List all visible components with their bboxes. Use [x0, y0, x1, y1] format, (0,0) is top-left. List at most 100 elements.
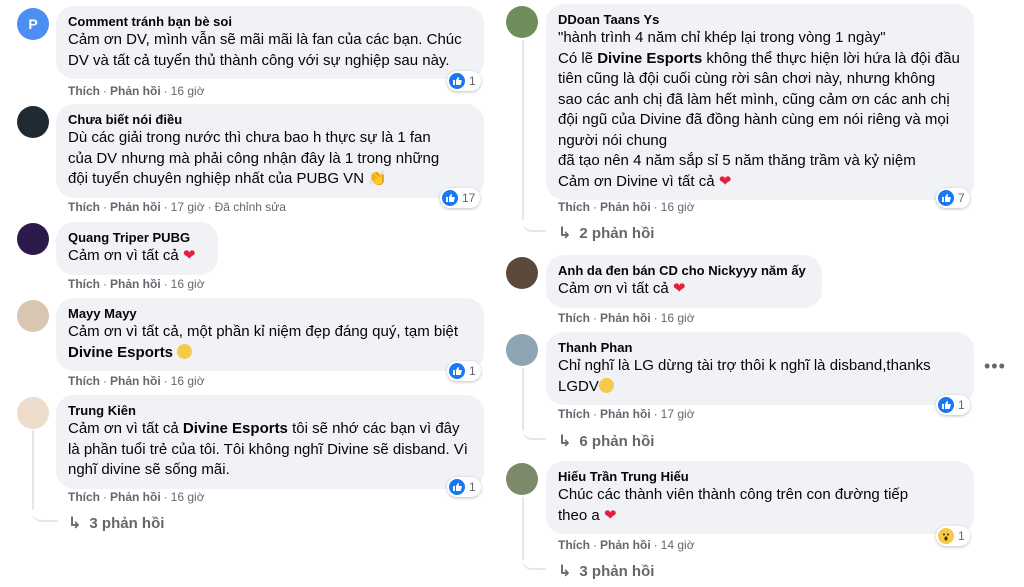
- reply-arrow-icon: ↳: [558, 433, 572, 450]
- comment-author[interactable]: Comment tránh bạn bè soi: [68, 13, 472, 30]
- comment-actions: Thích · Phản hồi · 16 giờ: [68, 84, 205, 98]
- reaction-count[interactable]: 1: [447, 361, 481, 381]
- comment-author[interactable]: Thanh Phan: [558, 339, 962, 356]
- comment-text: Cảm ơn vì tất cả ❤: [558, 280, 686, 297]
- heart-emoji-icon: ❤: [603, 506, 617, 524]
- heart-emoji-icon: ❤: [672, 280, 686, 297]
- comment-text: Cảm ơn vì tất cả ❤: [68, 247, 196, 264]
- reply-button[interactable]: Phản hồi: [110, 200, 161, 214]
- like-button[interactable]: Thích: [68, 200, 100, 214]
- reply-arrow-icon: ↳: [558, 225, 572, 242]
- avatar[interactable]: [17, 300, 49, 332]
- timestamp[interactable]: 16 giờ: [171, 490, 205, 504]
- avatar[interactable]: [506, 334, 538, 366]
- view-replies-button[interactable]: ↳ 3 phản hồi: [558, 561, 654, 581]
- timestamp[interactable]: 17 giờ: [171, 200, 205, 214]
- comment-bubble: Anh da đen bán CD cho Nickyyy năm ấy Cảm…: [546, 255, 822, 308]
- avatar[interactable]: [17, 397, 49, 429]
- comment-text: "hành trình 4 năm chỉ khép lại trong vòn…: [558, 29, 960, 190]
- like-reaction-icon: [449, 73, 465, 89]
- reply-button[interactable]: Phản hồi: [110, 277, 161, 291]
- like-button[interactable]: Thích: [558, 311, 590, 325]
- like-button[interactable]: Thích: [68, 374, 100, 388]
- view-replies-button[interactable]: ↳ 6 phản hồi: [558, 431, 654, 451]
- comment-author[interactable]: DDoan Taans Ys: [558, 11, 962, 28]
- like-button[interactable]: Thích: [68, 490, 100, 504]
- comment-actions: Thích · Phản hồi · 16 giờ: [558, 311, 695, 325]
- thread-connector: [522, 210, 546, 232]
- heart-emoji-icon: ❤: [182, 247, 196, 264]
- reply-button[interactable]: Phản hồi: [110, 490, 161, 504]
- thread-line: [32, 430, 34, 510]
- comment-author[interactable]: Chưa biết nói điều: [68, 111, 472, 128]
- timestamp[interactable]: 16 giờ: [171, 84, 205, 98]
- comment-bubble: Hiếu Trần Trung Hiếu Chúc các thành viên…: [546, 461, 974, 534]
- comment-bubble: Trung Kiên Cảm ơn vì tất cả Divine Espor…: [56, 395, 484, 489]
- comment-bubble: DDoan Taans Ys "hành trình 4 năm chỉ khé…: [546, 4, 974, 200]
- avatar[interactable]: [506, 257, 538, 289]
- reply-arrow-icon: ↳: [68, 515, 82, 532]
- comment-text: Chỉ nghĩ là LG dừng tài trợ thôi k nghĩ …: [558, 357, 931, 395]
- comment-actions: Thích · Phản hồi · 16 giờ: [68, 277, 205, 291]
- thread-connector: [32, 500, 58, 522]
- reply-button[interactable]: Phản hồi: [600, 311, 651, 325]
- timestamp[interactable]: 16 giờ: [661, 200, 695, 214]
- reply-button[interactable]: Phản hồi: [600, 200, 651, 214]
- reaction-count[interactable]: 1: [936, 395, 970, 415]
- reply-button[interactable]: Phản hồi: [600, 538, 651, 552]
- comment-actions: Thích · Phản hồi · 16 giờ: [68, 374, 205, 388]
- avatar-letter: P: [28, 16, 38, 32]
- thread-connector: [522, 550, 546, 570]
- like-button[interactable]: Thích: [68, 277, 100, 291]
- timestamp[interactable]: 16 giờ: [171, 374, 205, 388]
- reply-button[interactable]: Phản hồi: [110, 84, 161, 98]
- like-button[interactable]: Thích: [558, 407, 590, 421]
- avatar[interactable]: [506, 463, 538, 495]
- comment-author[interactable]: Quang Triper PUBG: [68, 229, 206, 246]
- like-reaction-icon: [449, 363, 465, 379]
- comment-bubble: Mayy Mayy Cảm ơn vì tất cả, một phần kỉ …: [56, 298, 484, 371]
- reply-button[interactable]: Phản hồi: [600, 407, 651, 421]
- comment-text: Cảm ơn vì tất cả, một phần kỉ niệm đẹp đ…: [68, 323, 459, 361]
- wow-reaction-icon: [938, 528, 954, 544]
- comment-actions: Thích · Phản hồi · 16 giờ: [558, 200, 695, 214]
- reply-button[interactable]: Phản hồi: [110, 374, 161, 388]
- comment-author[interactable]: Hiếu Trần Trung Hiếu: [558, 468, 962, 485]
- comment-text: Dù các giải trong nước thì chưa bao h th…: [68, 129, 440, 187]
- view-replies-button[interactable]: ↳ 3 phản hồi: [68, 513, 164, 533]
- comment-bubble: Chưa biết nói điều Dù các giải trong nướ…: [56, 104, 484, 198]
- avatar[interactable]: [17, 106, 49, 138]
- comment-author[interactable]: Mayy Mayy: [68, 305, 472, 322]
- comment-bubble: Thanh Phan Chỉ nghĩ là LG dừng tài trợ t…: [546, 332, 974, 405]
- reaction-count[interactable]: 17: [440, 188, 481, 208]
- comment-actions: Thích · Phản hồi · 14 giờ: [558, 538, 695, 552]
- timestamp[interactable]: 17 giờ: [661, 407, 695, 421]
- comment-author[interactable]: Trung Kiên: [68, 402, 472, 419]
- comment-bubble: Quang Triper PUBG Cảm ơn vì tất cả ❤: [56, 222, 218, 275]
- like-button[interactable]: Thích: [558, 200, 590, 214]
- pensive-emoji-icon: [177, 343, 193, 359]
- reaction-count[interactable]: 1: [936, 526, 970, 546]
- like-reaction-icon: [938, 397, 954, 413]
- reply-arrow-icon: ↳: [558, 563, 572, 580]
- avatar[interactable]: [17, 223, 49, 255]
- reaction-count[interactable]: 1: [447, 71, 481, 91]
- avatar[interactable]: [506, 6, 538, 38]
- edited-label: Đã chỉnh sửa: [214, 200, 286, 214]
- comment-text: Cảm ơn vì tất cả Divine Esports tôi sẽ n…: [68, 420, 468, 478]
- comment-actions: Thích · Phản hồi · 16 giờ: [68, 490, 205, 504]
- like-reaction-icon: [449, 479, 465, 495]
- more-options-icon[interactable]: •••: [984, 356, 1006, 377]
- grin-emoji-icon: [598, 377, 614, 393]
- comment-author[interactable]: Anh da đen bán CD cho Nickyyy năm ấy: [558, 262, 810, 279]
- like-button[interactable]: Thích: [558, 538, 590, 552]
- view-replies-button[interactable]: ↳ 2 phản hồi: [558, 223, 654, 243]
- reaction-count[interactable]: 1: [447, 477, 481, 497]
- reaction-count[interactable]: 7: [936, 188, 970, 208]
- comment-actions: Thích · Phản hồi · 17 giờ: [558, 407, 695, 421]
- timestamp[interactable]: 16 giờ: [171, 277, 205, 291]
- timestamp[interactable]: 16 giờ: [661, 311, 695, 325]
- avatar[interactable]: P: [17, 8, 49, 40]
- like-button[interactable]: Thích: [68, 84, 100, 98]
- timestamp[interactable]: 14 giờ: [661, 538, 695, 552]
